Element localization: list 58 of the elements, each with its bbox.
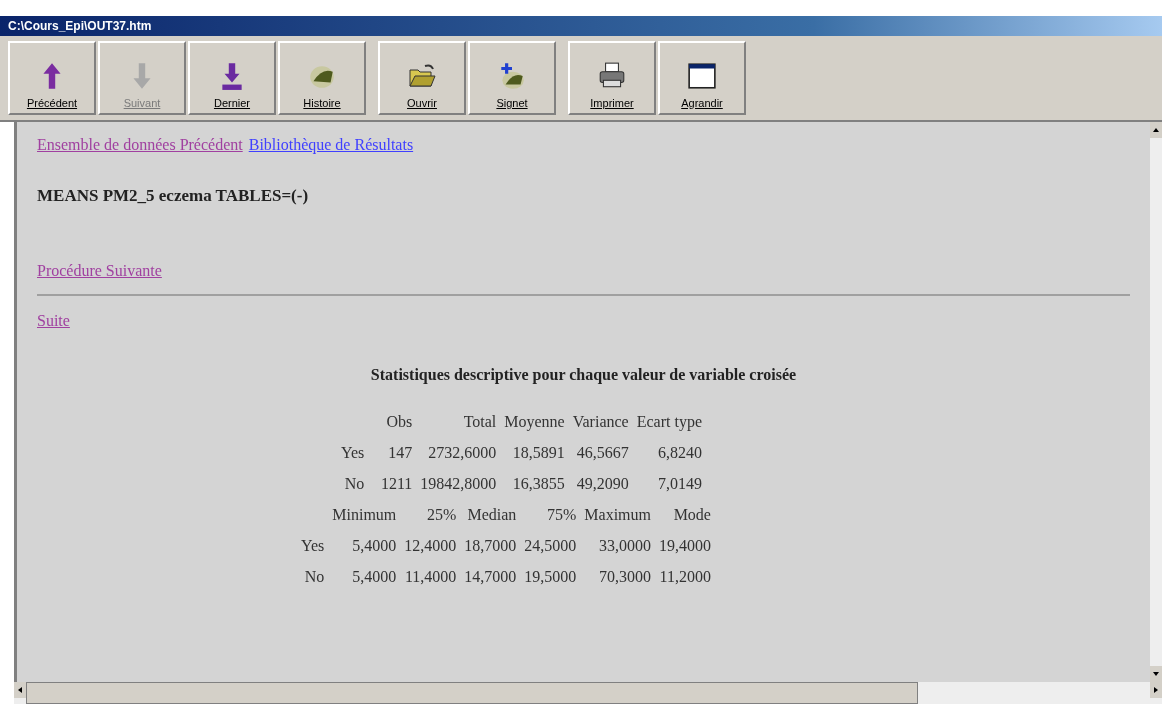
- table-cell: 147: [388, 443, 413, 461]
- column-header: Total: [463, 412, 497, 430]
- row-label: Yes: [301, 536, 325, 554]
- vertical-scrollbar[interactable]: [1150, 122, 1162, 682]
- toolbar-button[interactable]: Ouvrir: [378, 41, 466, 115]
- window-title: C:\Cours_Epi\OUT37.htm: [8, 19, 152, 33]
- table-cell: 49,2090: [576, 474, 629, 492]
- nav-link[interactable]: Ensemble de données Précédent: [37, 136, 243, 154]
- column-header: Median: [467, 505, 517, 523]
- table-cell: 19,5000: [524, 567, 577, 585]
- left-arrow-icon: [16, 686, 24, 694]
- column-header: 25%: [426, 505, 457, 523]
- table-cell: 18,5891: [512, 443, 565, 461]
- column-header: 75%: [546, 505, 577, 523]
- table-cell: 33,0000: [598, 536, 651, 554]
- toolbar-button[interactable]: Histoire: [278, 41, 366, 115]
- table-cell: 19842,8000: [420, 474, 497, 492]
- window-icon: [687, 61, 717, 91]
- table-cell: 12,4000: [404, 536, 457, 554]
- column-header: Ecart type: [636, 412, 702, 430]
- column-header: Moyenne: [504, 412, 565, 430]
- table-cell: 5,4000: [352, 567, 397, 585]
- table-cell: 24,5000: [524, 536, 577, 554]
- table-cell: 1211: [380, 474, 413, 492]
- table-cell: 7,0149: [658, 474, 702, 492]
- table-cell: 5,4000: [352, 536, 397, 554]
- row-label: Yes: [341, 443, 365, 461]
- row-label: No: [344, 474, 365, 492]
- table-cell: 70,3000: [598, 567, 651, 585]
- table-cell: 46,5667: [576, 443, 629, 461]
- nav-link[interactable]: Bibliothèque de Résultats: [248, 136, 414, 154]
- column-header: Obs: [386, 412, 413, 430]
- procedure-heading: MEANS PM2_5 eczema TABLES=(-): [37, 186, 310, 206]
- row-label: No: [304, 567, 325, 585]
- column-header: Mode: [673, 505, 711, 523]
- continue-link[interactable]: Suite: [37, 312, 70, 330]
- toolbar-button[interactable]: Agrandir: [658, 41, 746, 115]
- next-procedure-link[interactable]: Procédure Suivante: [37, 262, 162, 280]
- right-arrow-icon: [1152, 686, 1160, 694]
- column-header: Maximum: [584, 505, 651, 523]
- column-header: Minimum: [332, 505, 397, 523]
- table-cell: 16,3855: [512, 474, 565, 492]
- down-arrow-icon: [1152, 670, 1160, 678]
- table-cell: 14,7000: [464, 567, 517, 585]
- table-cell: 19,4000: [658, 536, 711, 554]
- table-cell: 2732,6000: [428, 443, 497, 461]
- table-cell: 18,7000: [464, 536, 517, 554]
- up-arrow-icon: [1152, 126, 1160, 134]
- table-cell: 11,2000: [659, 567, 711, 585]
- toolbar-button[interactable]: Imprimer: [568, 41, 656, 115]
- column-header: Variance: [572, 412, 629, 430]
- toolbar-button[interactable]: Précédent: [8, 41, 96, 115]
- horizontal-scrollbar[interactable]: [14, 682, 1162, 704]
- table-cell: 11,4000: [404, 567, 457, 585]
- table-cell: 6,8240: [658, 443, 702, 461]
- toolbar-button[interactable]: Signet: [468, 41, 556, 115]
- toolbar-button[interactable]: Dernier: [188, 41, 276, 115]
- stats-title: Statistiques descriptive pour chaque valeur de variable croisée: [369, 366, 798, 384]
